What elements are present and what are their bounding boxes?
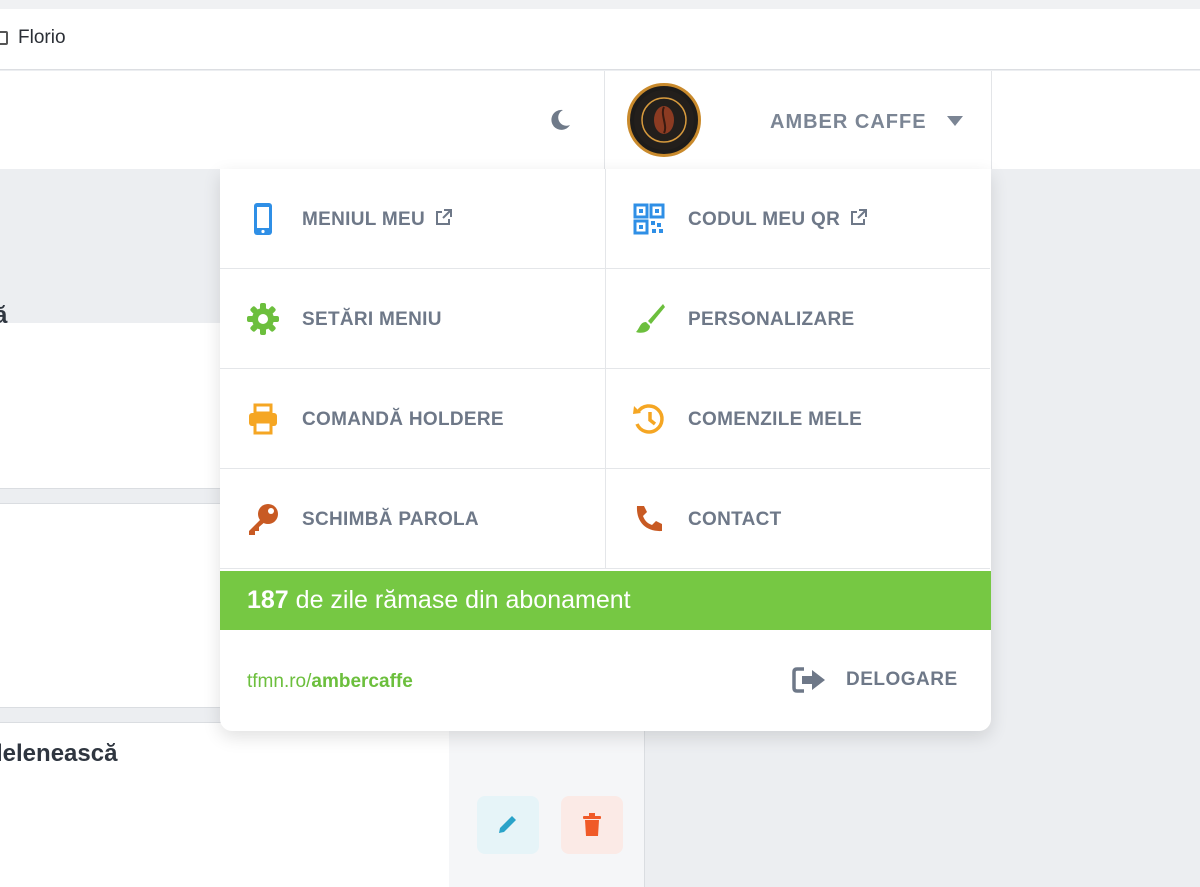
pencil-icon (499, 816, 516, 833)
bookmark-label: Florio (18, 27, 66, 48)
background-card (0, 323, 225, 489)
printer-icon (249, 403, 277, 435)
background-card-title: lelenească (0, 740, 118, 767)
moon-icon[interactable] (548, 108, 572, 132)
bookmark-item[interactable]: Florio (0, 27, 66, 49)
menu-item-menu-settings[interactable]: SETĂRI MENIU (220, 269, 605, 369)
logout-label: DELOGARE (846, 669, 958, 690)
menu-item-change-password[interactable]: SCHIMBĂ PAROLA (220, 469, 605, 569)
sign-out-icon (792, 667, 825, 693)
edit-button[interactable] (477, 796, 539, 854)
qr-code-icon (633, 203, 665, 235)
gear-icon (247, 303, 279, 335)
menu-item-order-holders[interactable]: COMANDĂ HOLDERE (220, 369, 605, 469)
menu-item-label: COMENZILE MELE (688, 409, 863, 430)
menu-item-label: COMANDĂ HOLDERE (302, 409, 504, 430)
background-card (0, 503, 225, 708)
trash-icon (583, 813, 601, 836)
menu-item-label: MENIUL MEU (302, 209, 425, 230)
subscription-days: 187 (247, 586, 289, 614)
menu-item-my-qr-code[interactable]: CODUL MEU QR (605, 169, 990, 269)
external-link-icon (435, 209, 452, 225)
paintbrush-icon (636, 304, 665, 333)
menu-item-my-orders[interactable]: COMENZILE MELE (605, 369, 990, 469)
menu-grid: MENIUL MEU CODUL MEU QR SETĂRI MENIU PER… (220, 169, 991, 571)
key-icon (249, 504, 278, 535)
menu-item-contact[interactable]: CONTACT (605, 469, 990, 569)
browser-top-strip (0, 0, 1200, 9)
subscription-text: de zile rămase din abonament (288, 586, 631, 614)
app-header (0, 71, 1200, 169)
bookmarks-bar: Florio (0, 9, 1200, 70)
menu-item-customization[interactable]: PERSONALIZARE (605, 269, 990, 369)
menu-item-label: SETĂRI MENIU (302, 309, 442, 330)
menu-item-my-menu[interactable]: MENIUL MEU (220, 169, 605, 269)
page-icon (0, 31, 8, 45)
menu-item-label: CODUL MEU QR (688, 209, 841, 230)
account-dropdown-menu: MENIUL MEU CODUL MEU QR SETĂRI MENIU PER… (220, 169, 991, 731)
phone-handset-icon (636, 506, 662, 532)
header-divider (991, 71, 992, 169)
link-prefix: tfmn.ro/ (247, 671, 312, 692)
account-logo[interactable] (627, 83, 701, 157)
link-slug: ambercaffe (311, 671, 413, 692)
menu-item-label: CONTACT (688, 509, 782, 530)
account-name[interactable]: AMBER CAFFE (770, 111, 927, 134)
header-divider (604, 71, 605, 169)
subscription-banner: 187 de zile rămase din abonament (220, 571, 991, 630)
background-card-title: ă (0, 302, 8, 329)
external-link-icon (851, 209, 868, 225)
phone-icon (254, 203, 272, 235)
menu-item-label: PERSONALIZARE (688, 309, 855, 330)
delete-button[interactable] (561, 796, 623, 854)
public-menu-link[interactable]: tfmn.ro/ambercaffe (247, 671, 413, 693)
logout-button[interactable]: DELOGARE (792, 666, 958, 694)
menu-item-label: SCHIMBĂ PAROLA (302, 509, 479, 530)
history-icon (633, 404, 664, 434)
caret-down-icon[interactable] (947, 116, 963, 126)
